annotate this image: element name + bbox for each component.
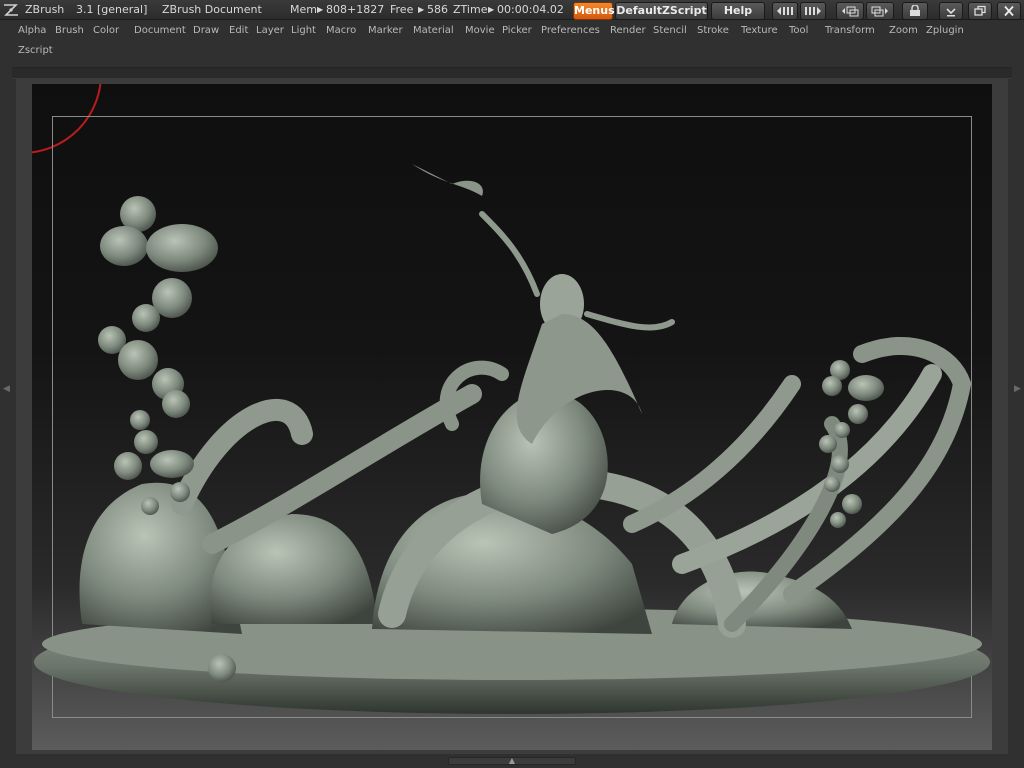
menu-stencil[interactable]: Stencil bbox=[653, 25, 687, 36]
menu-preferences[interactable]: Preferences bbox=[541, 25, 600, 36]
zbrush-logo-icon bbox=[4, 4, 18, 16]
restore-icon[interactable] bbox=[968, 2, 992, 20]
menus-button[interactable]: Menus bbox=[573, 2, 615, 20]
document-canvas[interactable] bbox=[32, 84, 992, 750]
menu-zoom[interactable]: Zoom bbox=[889, 25, 918, 36]
tray-collapse-right-icon[interactable] bbox=[800, 2, 826, 20]
free-value: 586 bbox=[427, 3, 448, 16]
minimize-icon[interactable] bbox=[939, 2, 963, 20]
menu-zplugin[interactable]: Zplugin bbox=[926, 25, 964, 36]
menu-render[interactable]: Render bbox=[610, 25, 646, 36]
menu-marker[interactable]: Marker bbox=[368, 25, 403, 36]
sculpt-model bbox=[34, 164, 990, 714]
app-name: ZBrush bbox=[25, 3, 65, 16]
ztime-arrow-icon: ▶ bbox=[488, 5, 495, 14]
layout-icon[interactable] bbox=[836, 2, 864, 20]
top-shelf-divider bbox=[12, 67, 1012, 79]
menu-macro[interactable]: Macro bbox=[326, 25, 356, 36]
help-button[interactable]: Help bbox=[711, 2, 765, 20]
lock-icon[interactable] bbox=[902, 2, 928, 20]
menu-edit[interactable]: Edit bbox=[229, 25, 248, 36]
title-bar: ZBrush 3.1 [general] ZBrush Document Mem… bbox=[0, 0, 1024, 20]
menu-zscript[interactable]: Zscript bbox=[18, 45, 53, 56]
layout-alt-icon[interactable] bbox=[866, 2, 894, 20]
mem-value: 808+1827 bbox=[326, 3, 385, 16]
mem-label: Mem bbox=[290, 3, 317, 16]
menu-draw[interactable]: Draw bbox=[193, 25, 219, 36]
menu-texture[interactable]: Texture bbox=[741, 25, 778, 36]
free-label: Free bbox=[390, 3, 414, 16]
mem-arrow-icon: ▶ bbox=[317, 5, 324, 14]
menu-color[interactable]: Color bbox=[93, 25, 119, 36]
menu-layer[interactable]: Layer bbox=[256, 25, 284, 36]
main-menu-bar: Alpha Brush Color Document Draw Edit Lay… bbox=[0, 21, 1024, 63]
document-title: ZBrush Document bbox=[162, 3, 262, 16]
ztime-label: ZTime bbox=[453, 3, 488, 16]
right-tray-toggle-icon[interactable]: ▶ bbox=[1014, 384, 1021, 394]
menu-material[interactable]: Material bbox=[413, 25, 454, 36]
menu-transform[interactable]: Transform bbox=[825, 25, 875, 36]
menu-stroke[interactable]: Stroke bbox=[697, 25, 729, 36]
menu-movie[interactable]: Movie bbox=[465, 25, 495, 36]
bottom-tray-toggle-icon[interactable]: ▲ bbox=[448, 757, 576, 765]
menu-document[interactable]: Document bbox=[134, 25, 186, 36]
menu-tool[interactable]: Tool bbox=[789, 25, 808, 36]
free-arrow-icon: ▶ bbox=[418, 5, 425, 14]
default-zscript-button[interactable]: DefaultZScript bbox=[615, 2, 708, 20]
ztime-value: 00:00:04.02 bbox=[497, 3, 564, 16]
tray-collapse-left-icon[interactable] bbox=[772, 2, 798, 20]
menu-brush[interactable]: Brush bbox=[55, 25, 84, 36]
left-tray-toggle-icon[interactable]: ◀ bbox=[3, 384, 10, 394]
menu-alpha[interactable]: Alpha bbox=[18, 25, 46, 36]
close-icon[interactable] bbox=[997, 2, 1021, 20]
menu-picker[interactable]: Picker bbox=[502, 25, 532, 36]
menu-light[interactable]: Light bbox=[291, 25, 316, 36]
app-version: 3.1 [general] bbox=[76, 3, 148, 16]
